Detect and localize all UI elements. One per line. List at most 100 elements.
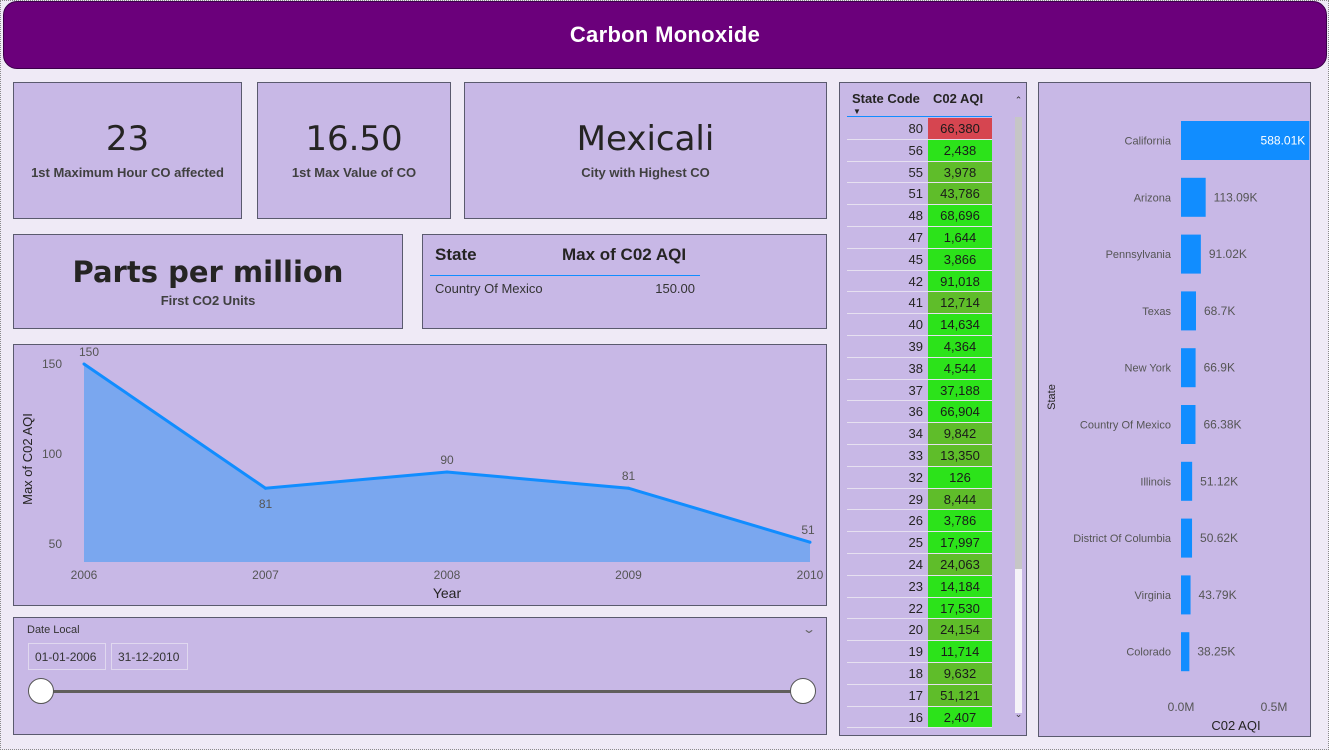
start-date-input[interactable]: 01-01-2006 bbox=[28, 643, 106, 670]
card-label: 1st Max Value of CO bbox=[291, 164, 417, 180]
data-label: 43.79K bbox=[1199, 588, 1237, 602]
data-label: 91.02K bbox=[1209, 247, 1247, 261]
cell-state-code: 32 bbox=[908, 469, 923, 485]
data-label: 150 bbox=[79, 345, 99, 359]
cell-co2-aqi: 51,121 bbox=[928, 684, 992, 706]
cell-co2-aqi: 3,866 bbox=[928, 248, 992, 270]
bar[interactable] bbox=[1181, 405, 1196, 444]
table-row[interactable]: 47 1,644 bbox=[847, 227, 992, 249]
bar[interactable] bbox=[1181, 632, 1190, 672]
scroll-down-icon[interactable]: ⌄ bbox=[1014, 709, 1023, 720]
category-label: Texas bbox=[1142, 306, 1171, 318]
table-row[interactable]: 41 12,714 bbox=[847, 292, 992, 315]
scrollbar-thumb[interactable] bbox=[1015, 117, 1022, 569]
area-chart-panel[interactable]: 150 81 90 81 51 2006 2007 2008 2009 2010 50 100 150 Y… bbox=[13, 344, 827, 606]
column-header-max[interactable]: Max of C02 AQI bbox=[562, 245, 686, 265]
table-row[interactable]: 38 4,544 bbox=[847, 357, 992, 380]
table-row[interactable]: 42 91,018 bbox=[847, 270, 992, 293]
table-row[interactable]: 55 3,978 bbox=[847, 161, 992, 184]
bar[interactable] bbox=[1181, 234, 1201, 274]
data-point[interactable] bbox=[445, 470, 449, 474]
state-code-table[interactable]: State Code C02 AQI ▼ 80 66,380 56 2,438 55 3,… bbox=[839, 82, 1027, 736]
bar-chart-panel[interactable]: California 588.01K Arizona 113.09K Pennsylva… bbox=[1038, 82, 1311, 737]
table-row[interactable]: 39 4,364 bbox=[847, 336, 992, 358]
bar[interactable] bbox=[1181, 575, 1191, 615]
data-label: 66.38K bbox=[1203, 418, 1241, 432]
table-row[interactable]: 45 3,866 bbox=[847, 248, 992, 271]
x-axis-title: C02 AQI bbox=[1211, 718, 1260, 733]
card-max-value[interactable]: 16.50 1st Max Value of CO bbox=[257, 82, 451, 219]
table-row[interactable]: 20 24,154 bbox=[847, 619, 992, 642]
slider-start-handle[interactable] bbox=[28, 678, 54, 704]
category-label: Pennsylvania bbox=[1106, 249, 1172, 261]
scrollbar[interactable]: ⌃ ⌄ bbox=[1014, 91, 1023, 726]
y-axis-title: Max of C02 AQI bbox=[20, 413, 35, 505]
column-header-co2-aqi[interactable]: C02 AQI bbox=[933, 91, 983, 106]
cell-co2-aqi: 8,444 bbox=[928, 488, 992, 510]
table-row[interactable]: 34 9,842 bbox=[847, 423, 992, 445]
column-header-state-code[interactable]: State Code bbox=[852, 91, 920, 106]
card-max-hour[interactable]: 23 1st Maximum Hour CO affected bbox=[13, 82, 242, 219]
cell-co2-aqi: 14,634 bbox=[928, 314, 992, 335]
table-row[interactable]: 22 17,530 bbox=[847, 597, 992, 620]
table-row[interactable]: 29 8,444 bbox=[847, 488, 992, 511]
card-units[interactable]: Parts per million First CO2 Units bbox=[13, 234, 403, 329]
table-row[interactable]: 80 66,380 bbox=[847, 118, 992, 140]
table-row[interactable]: 17 51,121 bbox=[847, 684, 992, 707]
scroll-up-icon[interactable]: ⌃ bbox=[1014, 95, 1023, 106]
table-row[interactable]: 51 43,786 bbox=[847, 183, 992, 206]
date-slicer[interactable]: Date Local ⌄ 01-01-2006 31-12-2010 bbox=[13, 617, 827, 735]
data-label: 81 bbox=[622, 469, 636, 483]
table-row[interactable]: 26 3,786 bbox=[847, 510, 992, 533]
table-row[interactable]: 48 68,696 bbox=[847, 205, 992, 227]
cell-state-code: 42 bbox=[908, 273, 923, 289]
table-row[interactable]: 56 2,438 bbox=[847, 139, 992, 162]
bar[interactable] bbox=[1181, 461, 1193, 501]
cell-state-code: 80 bbox=[908, 121, 923, 136]
cell-co2-aqi: 4,544 bbox=[928, 357, 992, 379]
bar[interactable] bbox=[1181, 291, 1196, 331]
x-tick-label: 2010 bbox=[797, 568, 824, 582]
area-chart: 150 81 90 81 51 2006 2007 2008 2009 2010 50 100 150 Y… bbox=[20, 345, 824, 601]
chevron-down-icon[interactable]: ⌄ bbox=[802, 622, 816, 636]
cell-co2-aqi: 9,632 bbox=[928, 663, 992, 684]
table-row[interactable]: 37 37,188 bbox=[847, 379, 992, 402]
table-row[interactable]: 18 9,632 bbox=[847, 663, 992, 685]
slider-end-handle[interactable] bbox=[790, 678, 816, 704]
table-row[interactable]: 40 14,634 bbox=[847, 314, 992, 336]
cell-co2-aqi: 24,063 bbox=[928, 554, 992, 575]
column-header-state[interactable]: State bbox=[435, 245, 477, 265]
data-point[interactable] bbox=[627, 486, 630, 490]
bar[interactable] bbox=[1181, 348, 1196, 388]
cell-state-code: 24 bbox=[908, 557, 923, 572]
bar[interactable] bbox=[1181, 177, 1206, 217]
table-row[interactable]: 33 13,350 bbox=[847, 445, 992, 467]
card-value: 23 bbox=[105, 119, 150, 160]
cell-state-code: 18 bbox=[908, 666, 923, 681]
table-row[interactable]: 19 11,714 bbox=[847, 641, 992, 663]
table-row[interactable]: 32 126 bbox=[847, 466, 992, 489]
end-date-input[interactable]: 31-12-2010 bbox=[111, 643, 188, 670]
cell-state-code: 37 bbox=[908, 382, 923, 398]
table-row[interactable]: 16 2,407 bbox=[847, 706, 992, 729]
table-row[interactable]: 36 66,904 bbox=[847, 401, 992, 424]
bar[interactable] bbox=[1181, 518, 1193, 558]
card-label: First CO2 Units bbox=[160, 293, 256, 308]
table-row[interactable]: 25 17,997 bbox=[847, 532, 992, 554]
cell-state-code: 36 bbox=[908, 404, 923, 420]
cell-state-code: 26 bbox=[908, 513, 923, 529]
state-max-table[interactable]: State Max of C02 AQI Country Of Mexico 1… bbox=[422, 234, 827, 329]
x-tick-label: 2008 bbox=[434, 568, 461, 582]
data-point[interactable] bbox=[264, 486, 267, 490]
table-row[interactable]: 23 14,184 bbox=[847, 575, 992, 598]
x-tick-label: 0.5M bbox=[1261, 700, 1288, 714]
table-row[interactable]: 24 24,063 bbox=[847, 554, 992, 576]
data-point[interactable] bbox=[82, 362, 86, 366]
data-point[interactable] bbox=[808, 540, 812, 544]
cell-co2-aqi: 24,154 bbox=[928, 619, 992, 641]
card-value: Mexicali bbox=[576, 119, 715, 160]
sort-down-icon[interactable]: ▼ bbox=[853, 107, 861, 116]
slider-track[interactable] bbox=[42, 690, 804, 693]
cell-co2-aqi: 37,188 bbox=[928, 379, 992, 401]
card-city[interactable]: Mexicali City with Highest CO bbox=[464, 82, 827, 219]
